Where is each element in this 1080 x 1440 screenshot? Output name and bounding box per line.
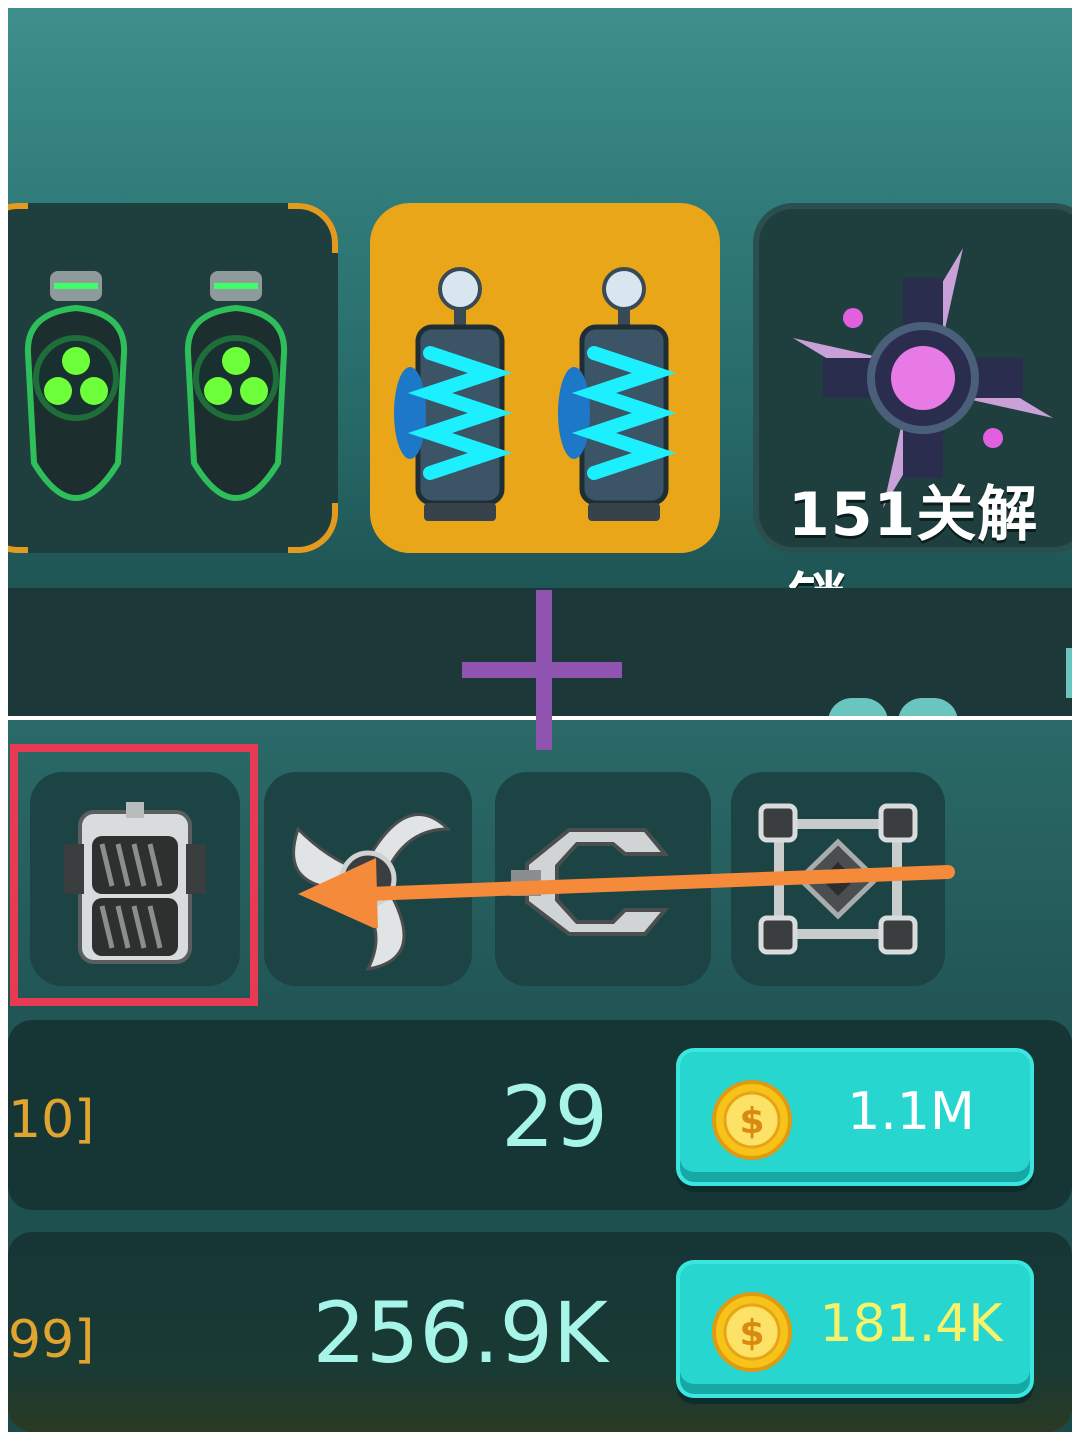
upgrade-button[interactable]: $ 181.4K xyxy=(676,1260,1034,1398)
plus-icon xyxy=(462,590,622,750)
item-slot-green-canisters[interactable] xyxy=(8,203,338,553)
blue-tesla-coil-icon xyxy=(394,267,677,521)
row-stat-value: 256.9K xyxy=(312,1284,608,1382)
upgrade-cost: 1.1M xyxy=(847,1082,975,1142)
glow-decoration xyxy=(1066,648,1072,698)
coin-icon: $ xyxy=(712,1292,792,1372)
item-slot-blue-coils-selected[interactable] xyxy=(370,203,720,553)
highlight-box xyxy=(10,744,258,1006)
upgrade-button[interactable]: $ 1.1M xyxy=(676,1048,1034,1186)
arrow-left-icon xyxy=(298,858,955,928)
row-stat-value: 29 xyxy=(501,1068,608,1166)
coin-icon: $ xyxy=(712,1080,792,1160)
green-canister-icon xyxy=(24,271,288,501)
stat-row: 99] 256.9K $ 181.4K xyxy=(8,1232,1072,1432)
row-level-label: 10] xyxy=(8,1090,95,1150)
svg-text:$: $ xyxy=(739,1101,764,1142)
stat-row: 10] 29 $ 1.1M xyxy=(8,1020,1072,1210)
row-level-label: 99] xyxy=(8,1310,95,1370)
svg-text:$: $ xyxy=(739,1313,764,1354)
upgrade-cost: 181.4K xyxy=(819,1294,1003,1354)
upgrade-panel: 10] 29 $ 1.1M 99] 256.9K $ 181.4K xyxy=(8,720,1072,1432)
